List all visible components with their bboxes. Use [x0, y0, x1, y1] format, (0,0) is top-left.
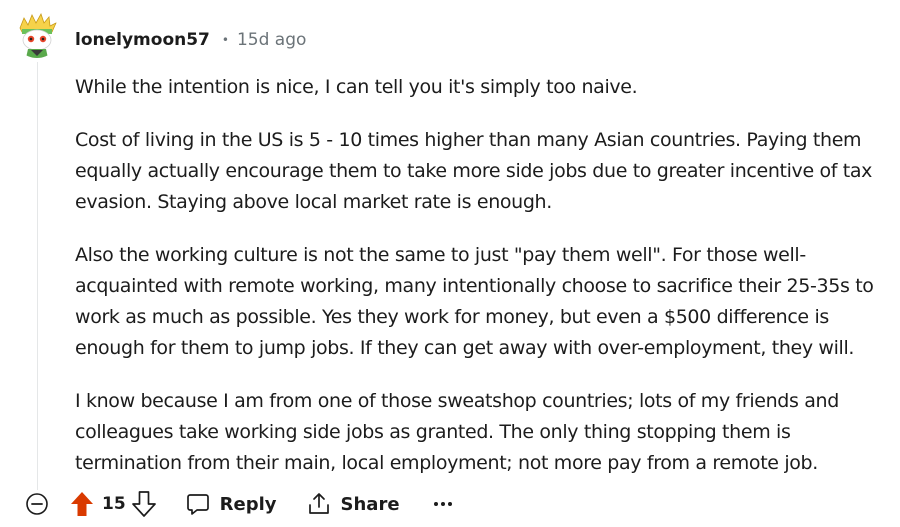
vote-count: 15 [102, 494, 126, 514]
author-username[interactable]: lonelymoon57 [75, 30, 210, 50]
meta-separator: • [221, 33, 229, 47]
reply-label: Reply [219, 493, 277, 515]
speech-bubble-icon [186, 494, 209, 515]
vote-control: 15 [70, 491, 156, 517]
comment-timestamp[interactable]: 15d ago [237, 30, 306, 50]
share-upload-icon [308, 493, 329, 514]
reply-button[interactable]: Reply [186, 492, 277, 516]
collapse-minus-icon [26, 493, 48, 515]
comment-paragraph: Also the working culture is not the same… [75, 244, 874, 359]
snoo-avatar-icon [14, 12, 60, 58]
comment-action-bar: 15 Reply Share [24, 487, 456, 521]
comment-header: lonelymoon57 • 15d ago [75, 28, 306, 52]
comment-paragraph: I know because I am from one of those sw… [75, 390, 839, 474]
comment-paragraph: While the intention is nice, I can tell … [75, 76, 638, 98]
comment-paragraph: Cost of living in the US is 5 - 10 times… [75, 129, 873, 213]
more-options-button[interactable] [430, 491, 456, 517]
comment: lonelymoon57 • 15d ago While the intenti… [0, 0, 900, 527]
downvote-arrow-icon [131, 491, 156, 517]
collapse-button[interactable] [24, 491, 50, 517]
share-button[interactable]: Share [307, 492, 400, 516]
thread-line[interactable] [37, 62, 38, 490]
downvote-button[interactable] [131, 491, 156, 517]
comment-body: While the intention is nice, I can tell … [75, 72, 885, 501]
avatar[interactable] [14, 12, 60, 58]
ellipsis-icon [433, 502, 452, 506]
upvote-arrow-icon [71, 492, 93, 516]
share-label: Share [340, 493, 400, 515]
upvote-button[interactable] [70, 491, 94, 517]
